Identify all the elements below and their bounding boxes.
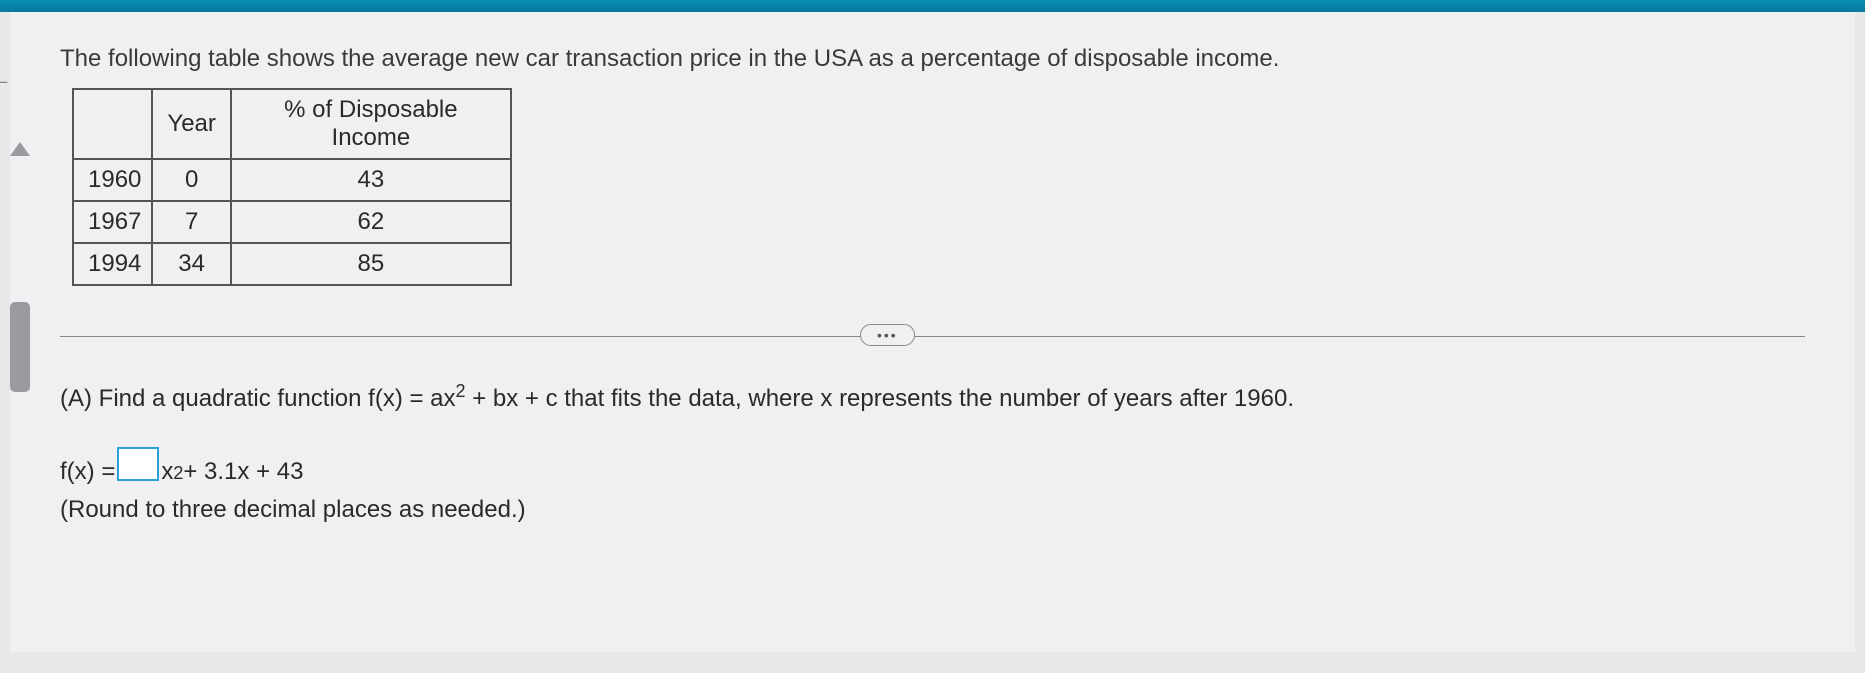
- table-row: 1994 34 85: [73, 243, 511, 285]
- answer-input-a[interactable]: [117, 447, 159, 481]
- row-income: 62: [231, 201, 511, 243]
- row-label: 1994: [73, 243, 152, 285]
- row-label: 1967: [73, 201, 152, 243]
- scroll-up-icon[interactable]: [10, 142, 30, 156]
- row-income: 85: [231, 243, 511, 285]
- header-year: Year: [152, 89, 231, 159]
- answer-equation: f(x) = x2 + 3.1x + 43: [60, 445, 1805, 486]
- data-table: Year % of Disposable Income 1960 0 43 19…: [72, 88, 512, 286]
- row-income: 43: [231, 159, 511, 201]
- intro-text: The following table shows the average ne…: [60, 42, 1805, 76]
- table-row: 1967 7 62: [73, 201, 511, 243]
- app-top-bar: [0, 0, 1865, 12]
- question-tail: + bx + c that fits the data, where x rep…: [466, 385, 1294, 412]
- exponent-2: 2: [173, 463, 183, 484]
- divider-line: [60, 336, 1805, 337]
- equation-x: x: [161, 458, 173, 486]
- row-year: 7: [152, 201, 231, 243]
- equation-lhs: f(x) =: [60, 458, 115, 486]
- exponent-2: 2: [456, 381, 466, 401]
- back-arrow-icon[interactable]: ←: [0, 62, 13, 94]
- more-ellipsis-button[interactable]: •••: [860, 324, 915, 346]
- scrollbar-thumb[interactable]: [10, 302, 30, 392]
- row-label: 1960: [73, 159, 152, 201]
- question-part-a: (A) Find a quadratic function f(x) = ax2…: [60, 378, 1805, 417]
- row-year: 0: [152, 159, 231, 201]
- question-panel: ← The following table shows the average …: [10, 12, 1855, 652]
- row-year: 34: [152, 243, 231, 285]
- header-blank: [73, 89, 152, 159]
- question-lead: (A) Find a quadratic function f(x) = ax: [60, 385, 456, 412]
- table-header-row: Year % of Disposable Income: [73, 89, 511, 159]
- table-row: 1960 0 43: [73, 159, 511, 201]
- header-income: % of Disposable Income: [231, 89, 511, 159]
- section-divider: •••: [60, 336, 1805, 338]
- equation-rest: + 3.1x + 43: [183, 458, 303, 486]
- rounding-note: (Round to three decimal places as needed…: [60, 496, 1805, 524]
